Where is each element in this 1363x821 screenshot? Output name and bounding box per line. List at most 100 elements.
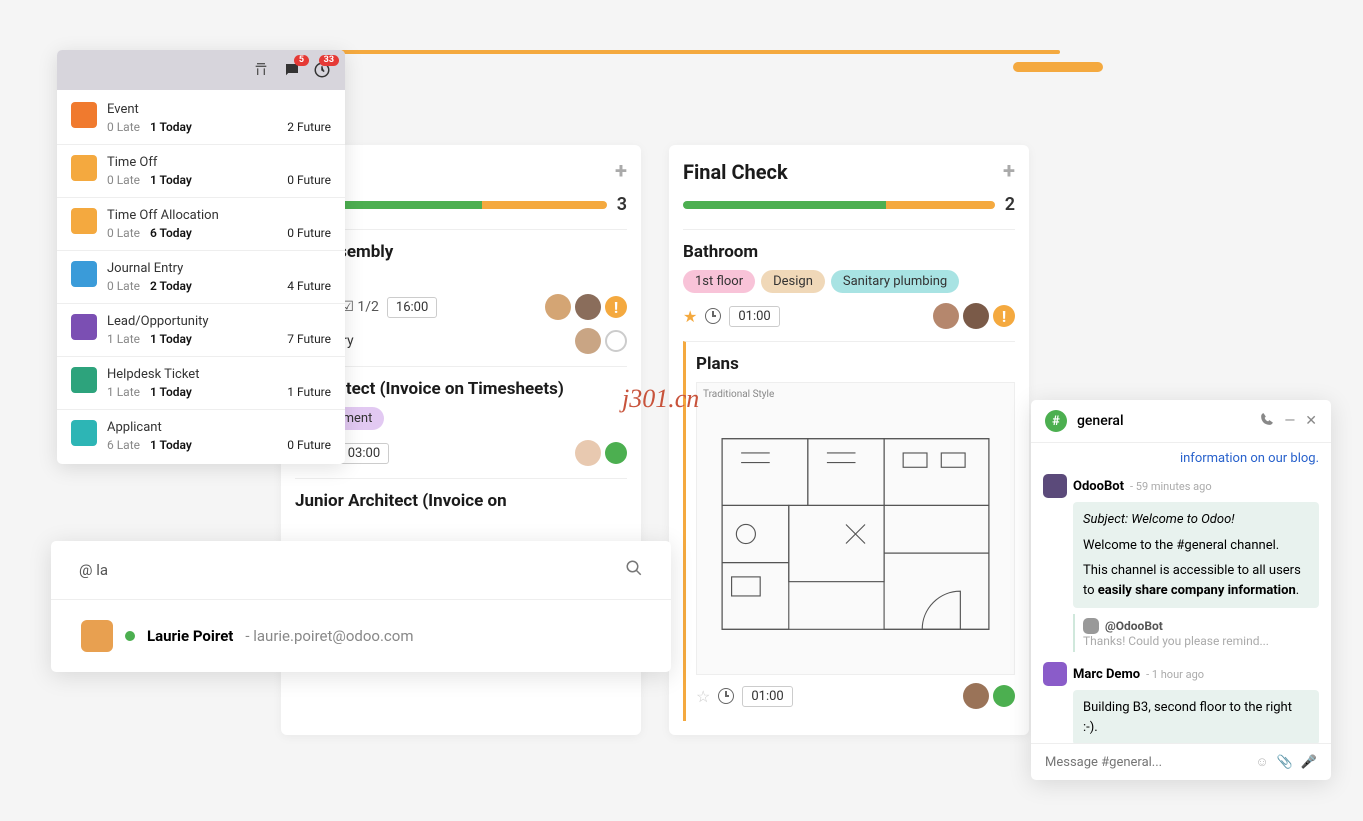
tag-floor[interactable]: 1st floor <box>683 270 755 293</box>
chat-channel-name: general <box>1077 413 1250 429</box>
activity-dropdown: 5 33 Event 0 Late 1 Today 2 Future Time … <box>57 50 345 464</box>
status-dot[interactable] <box>993 685 1015 707</box>
star-icon[interactable]: ★ <box>683 307 697 326</box>
mic-icon[interactable]: 🎤 <box>1301 755 1317 770</box>
card-plans[interactable]: Plans Traditional Style <box>683 341 1015 721</box>
activity-clock-icon[interactable]: 33 <box>313 61 331 79</box>
activity-future: 0 Future <box>287 173 331 187</box>
mention-search-row <box>51 541 671 600</box>
chat-subject: Subject: Welcome to Odoo! <box>1083 510 1309 530</box>
accent-right-bar <box>1013 62 1103 72</box>
activity-list: Event 0 Late 1 Today 2 Future Time Off 0… <box>57 90 345 464</box>
clock-icon <box>705 308 721 324</box>
activity-late: 1 Late <box>107 332 140 346</box>
add-card-icon[interactable]: + <box>1003 159 1015 184</box>
avatar[interactable] <box>575 440 601 466</box>
chat-time: - 1 hour ago <box>1146 668 1204 681</box>
chat-header: # general — ✕ <box>1031 400 1331 443</box>
attach-icon[interactable]: 📎 <box>1277 755 1293 770</box>
activity-item[interactable]: Applicant 6 Late 1 Today 0 Future <box>57 410 345 462</box>
minimize-icon[interactable]: — <box>1284 413 1295 429</box>
hash-icon: # <box>1045 410 1067 432</box>
time-badge: 03:00 <box>339 443 389 464</box>
avatar <box>1083 618 1099 634</box>
activity-title: Journal Entry <box>107 261 277 276</box>
chat-pre-text: information <box>1180 451 1250 466</box>
col-count: 2 <box>1005 194 1015 215</box>
activity-today: 2 Today <box>150 279 192 293</box>
add-card-icon[interactable]: + <box>615 159 627 184</box>
avatar <box>1043 474 1067 498</box>
chat-input[interactable] <box>1045 755 1247 770</box>
avatar[interactable] <box>933 303 959 329</box>
app-icon <box>71 155 97 181</box>
activity-late: 0 Late <box>107 120 140 134</box>
activity-title: Time Off Allocation <box>107 208 277 223</box>
status-dot[interactable] <box>605 442 627 464</box>
avatar[interactable] <box>575 328 601 354</box>
activity-title: Helpdesk Ticket <box>107 367 277 382</box>
tag-design[interactable]: Design <box>761 270 825 293</box>
activity-today: 1 Today <box>150 438 192 452</box>
mention-result[interactable]: Laurie Poiret - laurie.poiret@odoo.com <box>51 600 671 672</box>
activity-title: Lead/Opportunity <box>107 314 277 329</box>
app-icon <box>71 208 97 234</box>
floorplan-label: Traditional Style <box>703 389 1008 400</box>
avatar[interactable] <box>963 683 989 709</box>
close-icon[interactable]: ✕ <box>1305 413 1317 429</box>
status-dot[interactable] <box>605 330 627 352</box>
activity-late: 0 Late <box>107 173 140 187</box>
checklist-icon: ☑ 1/2 <box>341 299 379 315</box>
tag-plumbing[interactable]: Sanitary plumbing <box>831 270 959 293</box>
reply-text: Thanks! Could you please remind... <box>1083 634 1311 648</box>
phone-icon[interactable] <box>1260 412 1274 430</box>
avatar[interactable] <box>575 294 601 320</box>
activity-today: 1 Today <box>150 173 192 187</box>
app-icon <box>71 314 97 340</box>
mention-panel: Laurie Poiret - laurie.poiret@odoo.com <box>51 541 671 672</box>
avatar[interactable] <box>963 303 989 329</box>
chat-message: OdooBot - 59 minutes ago Subject: Welcom… <box>1043 474 1319 652</box>
card-title: Bathroom <box>683 242 1015 262</box>
chat-panel: # general — ✕ information on our blog. O… <box>1031 400 1331 780</box>
presence-dot <box>125 631 135 641</box>
avatar[interactable] <box>545 294 571 320</box>
activity-item[interactable]: Time Off Allocation 0 Late 6 Today 0 Fut… <box>57 198 345 251</box>
col-count: 3 <box>617 194 627 215</box>
star-icon[interactable]: ☆ <box>696 687 710 706</box>
activity-item[interactable]: Journal Entry 0 Late 2 Today 4 Future <box>57 251 345 304</box>
activity-item[interactable]: Helpdesk Ticket 1 Late 1 Today 1 Future <box>57 357 345 410</box>
activity-item[interactable]: Lead/Opportunity 1 Late 1 Today 7 Future <box>57 304 345 357</box>
mention-input[interactable] <box>79 561 625 579</box>
activity-item[interactable]: Event 0 Late 1 Today 2 Future <box>57 92 345 145</box>
emoji-icon[interactable]: ☺ <box>1255 754 1268 770</box>
card-bathroom[interactable]: Bathroom 1st floor Design Sanitary plumb… <box>683 229 1015 341</box>
reply-author: @OdooBot <box>1105 619 1163 633</box>
floorplan-image: Traditional Style <box>696 382 1015 675</box>
progress-bar <box>683 201 995 209</box>
chat-bubble: Subject: Welcome to Odoo! Welcome to the… <box>1073 502 1319 608</box>
activity-today: 1 Today <box>150 332 192 346</box>
warning-icon: ! <box>605 296 627 318</box>
chat-input-area: ☺ 📎 🎤 <box>1031 743 1331 780</box>
activity-future: 1 Future <box>287 385 331 399</box>
app-icon <box>71 420 97 446</box>
activity-item[interactable]: Time Off 0 Late 1 Today 0 Future <box>57 145 345 198</box>
activity-header: 5 33 <box>57 50 345 90</box>
card-junior-architect[interactable]: Junior Architect (Invoice on <box>295 478 627 531</box>
card-title: Junior Architect (Invoice on <box>295 491 627 511</box>
app-icon <box>71 367 97 393</box>
chat-blog-link[interactable]: on our blog. <box>1250 451 1319 466</box>
time-badge: 16:00 <box>387 297 437 318</box>
activity-late: 6 Late <box>107 438 140 452</box>
time-badge: 01:00 <box>729 306 779 327</box>
chat-line: This channel is accessible to all users … <box>1083 561 1309 600</box>
chat-reply[interactable]: @OdooBot Thanks! Could you please remind… <box>1073 614 1319 652</box>
phone-icon[interactable] <box>253 61 271 79</box>
chat-icon[interactable]: 5 <box>283 61 301 79</box>
chat-author: Marc Demo <box>1073 667 1140 682</box>
activity-today: 1 Today <box>150 120 192 134</box>
activity-future: 0 Future <box>287 226 331 240</box>
search-icon[interactable] <box>625 559 643 581</box>
mention-email: - laurie.poiret@odoo.com <box>245 627 413 645</box>
